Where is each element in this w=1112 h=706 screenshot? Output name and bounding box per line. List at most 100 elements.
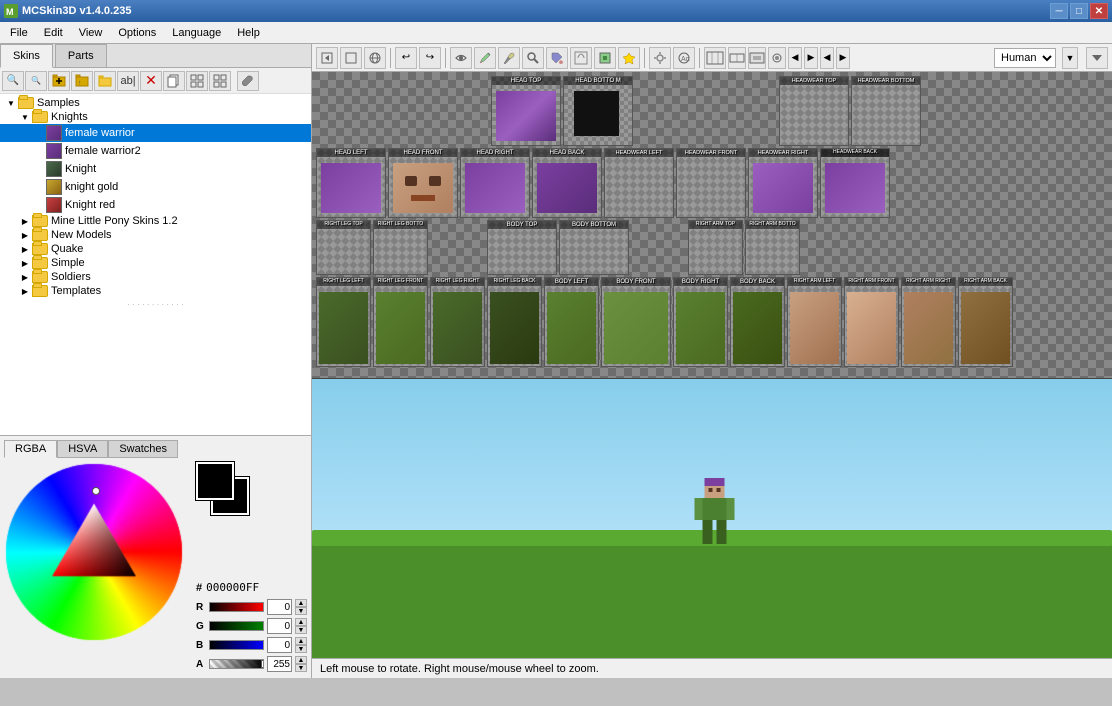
b-down-arrow[interactable]: ▼ (295, 645, 307, 653)
color-tab-hsva[interactable]: HSVA (57, 440, 108, 458)
unknown-btn7[interactable]: ▶ (836, 47, 850, 69)
tree-item-templates[interactable]: ▶ Templates (0, 284, 311, 298)
pencil-tool[interactable] (474, 47, 496, 69)
open-folder-button[interactable] (94, 71, 116, 91)
canvas-skin-editor[interactable]: HEAD TOP HEAD BOTTO M HEADWEAR TOP (312, 72, 1112, 378)
tree-item-soldiers[interactable]: ▶ Soldiers (0, 270, 311, 284)
clone-button[interactable] (163, 71, 185, 91)
color-wheel-container[interactable] (4, 462, 184, 642)
color-wheel-dot[interactable] (92, 487, 100, 495)
tree-view[interactable]: ▼ Samples ▼ Knights ▶ female warrior (0, 94, 311, 435)
menu-language[interactable]: Language (164, 22, 229, 44)
view-selector[interactable]: Human (994, 48, 1056, 68)
unknown-btn3[interactable] (768, 47, 786, 69)
tree-item-samples[interactable]: ▼ Samples (0, 96, 311, 110)
fill-tool[interactable] (546, 47, 568, 69)
tree-item-knight-red[interactable]: ▶ Knight red (0, 196, 311, 214)
wrench-button[interactable] (237, 71, 259, 91)
unknown-btn5[interactable]: ▶ (804, 47, 818, 69)
tree-item-new-models[interactable]: ▶ New Models (0, 228, 311, 242)
skin-layout-button[interactable] (704, 47, 726, 69)
unknown-tool2[interactable] (594, 47, 616, 69)
a-slider-track[interactable] (209, 659, 264, 669)
menu-file[interactable]: File (2, 22, 36, 44)
b-slider-track[interactable] (209, 640, 264, 650)
canvas-3d-view[interactable] (312, 378, 1112, 658)
nav-back-button[interactable] (316, 47, 338, 69)
menu-edit[interactable]: Edit (36, 22, 71, 44)
body-back-label: BODY BACK (731, 278, 784, 286)
globe-button[interactable] (364, 47, 386, 69)
g-down-arrow[interactable]: ▼ (295, 626, 307, 634)
hex-label: # (196, 582, 202, 594)
right-expand-button[interactable] (1086, 47, 1108, 69)
expand-arrow: ▶ (18, 273, 32, 282)
tree-item-female-warrior2[interactable]: ▶ female warrior2 (0, 142, 311, 160)
g-slider-track[interactable] (209, 621, 264, 631)
tab-skins[interactable]: Skins (0, 44, 53, 68)
menu-help[interactable]: Help (229, 22, 268, 44)
b-value-input[interactable]: 0 (267, 637, 292, 653)
expand-arrow: ▶ (18, 245, 32, 254)
r-up-arrow[interactable]: ▲ (295, 599, 307, 607)
tree-item-knight[interactable]: ▶ Knight (0, 160, 311, 178)
r-down-arrow[interactable]: ▼ (295, 607, 307, 615)
zoom-in-button[interactable]: 🔍 (2, 71, 24, 91)
tree-item-quake[interactable]: ▶ Quake (0, 242, 311, 256)
skin-thumbnail (46, 125, 62, 141)
menu-options[interactable]: Options (110, 22, 164, 44)
redo-button[interactable]: ↪ (419, 47, 441, 69)
grid-view-button[interactable] (186, 71, 208, 91)
resize-grip[interactable]: · · · · · · · · · · · · (0, 298, 311, 311)
skin-thumbnail (46, 161, 62, 177)
tree-item-knights[interactable]: ▼ Knights (0, 110, 311, 124)
tree-item-female-warrior[interactable]: ▶ female warrior (0, 124, 311, 142)
eyedropper-tool[interactable] (498, 47, 520, 69)
tree-item-mine-little[interactable]: ▶ Mine Little Pony Skins 1.2 (0, 214, 311, 228)
zoom-out-button[interactable]: 🔍 (25, 71, 47, 91)
unknown-tool1[interactable] (570, 47, 592, 69)
unknown-btn4[interactable]: ◀ (788, 47, 802, 69)
tabs: Skins Parts (0, 44, 311, 68)
nav-forward-button[interactable] (340, 47, 362, 69)
list-view-button[interactable] (209, 71, 231, 91)
b-up-arrow[interactable]: ▲ (295, 637, 307, 645)
delete-button[interactable]: ✕ (140, 71, 162, 91)
fg-color-swatch[interactable] (196, 462, 234, 500)
unknown-btn6[interactable]: ◀ (820, 47, 834, 69)
g-up-arrow[interactable]: ▲ (295, 618, 307, 626)
a-value-input[interactable]: 255 (267, 656, 292, 672)
undo-button[interactable]: ↩ (395, 47, 417, 69)
headwear-top-panel: HEADWEAR TOP (779, 76, 849, 146)
a-up-arrow[interactable]: ▲ (295, 656, 307, 664)
light-button[interactable] (649, 47, 671, 69)
minimize-button[interactable]: ─ (1050, 3, 1068, 19)
g-value-input[interactable]: 0 (267, 618, 292, 634)
body-bottom-label: BODY BOTTOM (560, 221, 628, 229)
r-slider-track[interactable] (209, 602, 264, 612)
tree-item-simple[interactable]: ▶ Simple (0, 256, 311, 270)
maximize-button[interactable]: □ (1070, 3, 1088, 19)
r-value-input[interactable]: 0 (267, 599, 292, 615)
rename-button[interactable]: ab| (117, 71, 139, 91)
right-arm-right-label: RIGHT ARM RIGHT (902, 278, 955, 286)
import-button[interactable]: ↑ (71, 71, 93, 91)
color-tab-rgba[interactable]: RGBA (4, 440, 57, 458)
new-skin-button[interactable] (48, 71, 70, 91)
view-options-button[interactable]: ▼ (1062, 47, 1078, 69)
expand-arrow: ▼ (18, 113, 32, 122)
eye-tool[interactable] (450, 47, 472, 69)
tab-parts[interactable]: Parts (55, 44, 107, 67)
unknown-btn2[interactable] (748, 47, 766, 69)
right-panel: ↩ ↪ (312, 44, 1112, 678)
tools-button2[interactable]: Aα (673, 47, 695, 69)
svg-text:Aα: Aα (681, 56, 690, 63)
menu-view[interactable]: View (71, 22, 111, 44)
magnify-tool[interactable] (522, 47, 544, 69)
a-down-arrow[interactable]: ▼ (295, 664, 307, 672)
unknown-tool3[interactable] (618, 47, 640, 69)
tree-item-knight-gold[interactable]: ▶ knight gold (0, 178, 311, 196)
unknown-btn1[interactable] (728, 47, 746, 69)
color-tab-swatches[interactable]: Swatches (108, 440, 178, 458)
close-button[interactable]: ✕ (1090, 3, 1108, 19)
